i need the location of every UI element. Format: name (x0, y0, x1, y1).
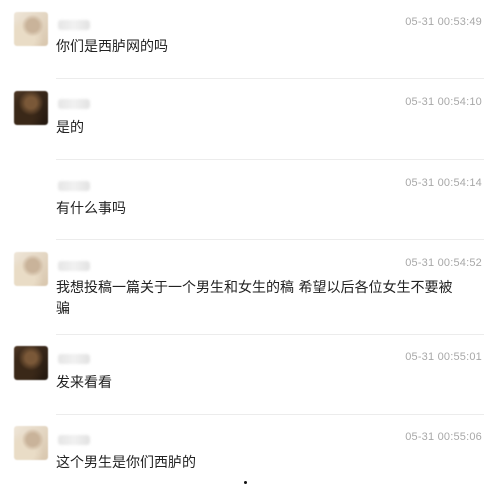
divider (56, 159, 484, 160)
sender-name-blurred (58, 261, 90, 271)
avatar[interactable] (14, 252, 48, 286)
message-text: 发来看看 (56, 375, 112, 391)
sender-name-blurred (58, 435, 90, 445)
message-text: 这个男生是你们西胪的 (56, 455, 196, 471)
avatar[interactable] (14, 91, 48, 125)
avatar[interactable] (14, 426, 48, 460)
message-timestamp: 05-31 00:54:10 (405, 96, 482, 108)
divider (56, 334, 484, 335)
message-text: 我想投稿一篇关于一个男生和女生的稿 希望以后各位女生不要被骗 (56, 280, 453, 317)
sender-name-blurred (58, 99, 90, 109)
message-text: 有什么事吗 (56, 201, 126, 217)
message-text: 你们是西胪网的吗 (56, 39, 168, 55)
scroll-indicator-dot (244, 481, 247, 484)
message-timestamp: 05-31 00:53:49 (405, 16, 482, 28)
message-text: 是的 (56, 120, 84, 136)
message-timestamp: 05-31 00:55:06 (405, 431, 482, 443)
avatar (14, 172, 48, 206)
sender-name-blurred (58, 181, 90, 191)
divider (56, 78, 484, 79)
sender-name-blurred (58, 20, 90, 30)
avatar[interactable] (14, 346, 48, 380)
divider (56, 239, 484, 240)
message-timestamp: 05-31 00:54:14 (405, 177, 482, 189)
avatar[interactable] (14, 12, 48, 46)
divider (56, 414, 484, 415)
message-timestamp: 05-31 00:54:52 (405, 257, 482, 269)
message-timestamp: 05-31 00:55:01 (405, 351, 482, 363)
sender-name-blurred (58, 354, 90, 364)
